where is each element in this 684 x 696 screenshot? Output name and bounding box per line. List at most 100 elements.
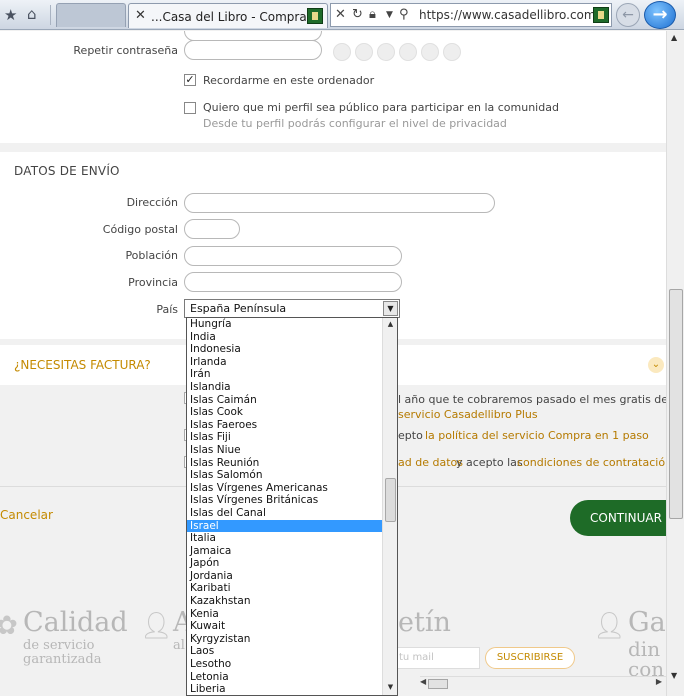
plus-terms-text: l año que te cobraremos pasado el mes gr…	[398, 393, 666, 406]
address-label: Dirección	[126, 196, 178, 209]
country-option[interactable]: Kyrgyzistan	[187, 633, 397, 646]
country-option[interactable]: Letonia	[187, 671, 397, 684]
newsletter-email-input[interactable]: tu mail	[390, 647, 480, 669]
country-option[interactable]: Karibati	[187, 582, 397, 595]
country-option[interactable]: Israel	[187, 519, 397, 533]
country-option[interactable]: Italia	[187, 532, 397, 545]
password-strength-dot	[377, 43, 395, 61]
country-option[interactable]: Laos	[187, 645, 397, 658]
dropdown-scroll-thumb[interactable]	[385, 478, 396, 522]
country-option[interactable]: Islandia	[187, 381, 397, 394]
inactive-tab[interactable]	[56, 3, 126, 27]
page-scroll-thumb[interactable]	[669, 289, 683, 519]
scroll-up-icon[interactable]: ▲	[671, 33, 677, 42]
postal-code-field[interactable]	[184, 219, 240, 239]
url-text[interactable]: https://www.casadellibro.com/	[419, 8, 600, 22]
remember-label: Recordarme en este ordenador	[203, 74, 375, 87]
cancel-link[interactable]: Cancelar	[0, 508, 53, 522]
invoice-toggle-title[interactable]: ¿NECESITAS FACTURA?	[14, 358, 151, 372]
country-option[interactable]: Irán	[187, 368, 397, 381]
password-strength-dot	[443, 43, 461, 61]
fourth-benefit-title: Ga	[628, 607, 666, 638]
country-option[interactable]: Islas del Canal	[187, 507, 397, 520]
arrow-right-icon: →	[652, 4, 668, 25]
scroll-left-icon[interactable]: ◀	[420, 677, 426, 686]
newsletter-title: etín	[398, 607, 451, 638]
country-select[interactable]: España Península ▼	[184, 299, 400, 318]
country-option[interactable]: Islas Vírgenes Americanas	[187, 482, 397, 495]
quality-badge-icon: ✿	[0, 611, 18, 641]
refresh-icon[interactable]: ↻	[352, 7, 363, 22]
scroll-right-icon[interactable]: ▶	[656, 677, 662, 686]
lock-icon: 🔒︎	[369, 7, 376, 22]
quality-subtitle-1: de servicio	[23, 638, 95, 653]
province-field[interactable]	[184, 272, 402, 292]
country-option[interactable]: Islas Niue	[187, 444, 397, 457]
dropdown-icon[interactable]: ▼	[386, 10, 393, 20]
address-bar[interactable]: ✕ ↻ 🔒︎ ▼ ⚲ https://www.casadellibro.com/	[330, 3, 612, 27]
repeat-password-label: Repetir contraseña	[73, 44, 178, 57]
country-option[interactable]: Liberia	[187, 683, 397, 695]
country-option[interactable]: Kenia	[187, 608, 397, 621]
select-arrow-icon[interactable]: ▼	[383, 301, 398, 316]
horizontal-scroll-thumb[interactable]	[428, 679, 448, 689]
country-option[interactable]: Indonesia	[187, 343, 397, 356]
country-option[interactable]: Irlanda	[187, 356, 397, 369]
province-label: Provincia	[128, 276, 178, 289]
country-option[interactable]: Islas Reunión	[187, 457, 397, 470]
close-tab-icon[interactable]: ✕	[135, 8, 146, 23]
continue-button[interactable]: CONTINUAR	[570, 500, 666, 536]
page-horizontal-scrollbar[interactable]: ◀ ▶	[420, 676, 666, 690]
chevron-down-icon[interactable]: ⌄	[648, 357, 664, 373]
plus-service-link[interactable]: servicio Casadellibro Plus	[398, 408, 538, 421]
page-viewport: Repetir contraseña ✓ Recordarme en este …	[0, 31, 666, 696]
second-benefit-subtitle: al	[173, 638, 185, 653]
country-option[interactable]: Islas Vírgenes Británicas	[187, 494, 397, 507]
country-option[interactable]: Hungría	[187, 318, 397, 331]
public-profile-label: Quiero que mi perfil sea público para pa…	[203, 101, 559, 114]
favorites-star-icon[interactable]: ★	[4, 6, 17, 24]
scroll-down-icon[interactable]: ▼	[385, 683, 396, 693]
address-field[interactable]	[184, 193, 495, 213]
page-vertical-scrollbar[interactable]: ▲ ▼	[666, 31, 684, 696]
country-option[interactable]: Islas Fiji	[187, 431, 397, 444]
password-strength-dot	[421, 43, 439, 61]
country-option[interactable]: Lesotho	[187, 658, 397, 671]
forward-button[interactable]: →	[644, 1, 676, 29]
home-icon[interactable]: ⌂	[27, 5, 37, 23]
account-panel: Repetir contraseña ✓ Recordarme en este …	[0, 31, 666, 143]
country-option[interactable]: Kazakhstan	[187, 595, 397, 608]
dropdown-scrollbar[interactable]: ▲ ▼	[382, 318, 397, 695]
back-button[interactable]: ←	[616, 3, 640, 27]
one-click-text: epto	[398, 429, 423, 442]
country-option[interactable]: Japón	[187, 557, 397, 570]
country-option[interactable]: India	[187, 331, 397, 344]
country-option[interactable]: Jamaica	[187, 545, 397, 558]
subscribe-button[interactable]: SUSCRIBIRSE	[485, 647, 575, 669]
privacy-link[interactable]: ad de datos	[398, 456, 463, 469]
country-option[interactable]: Jordania	[187, 570, 397, 583]
city-field[interactable]	[184, 246, 402, 266]
remember-checkbox[interactable]: ✓	[184, 74, 196, 86]
repeat-password-field[interactable]	[184, 40, 322, 60]
one-click-policy-link[interactable]: la política del servicio Compra en 1 pas…	[425, 429, 649, 442]
country-options-list: Hungría India Indonesia Irlanda Irán Islandia…	[187, 318, 397, 695]
toolbar-divider	[50, 5, 51, 25]
country-option[interactable]: Kuwait	[187, 620, 397, 633]
country-option[interactable]: Islas Caimán	[187, 394, 397, 407]
quality-subtitle-2: garantizada	[23, 652, 102, 667]
scroll-up-icon[interactable]: ▲	[385, 320, 396, 330]
search-icon[interactable]: ⚲	[399, 7, 409, 22]
city-label: Población	[125, 249, 178, 262]
public-profile-checkbox[interactable]	[184, 102, 196, 114]
scroll-down-icon[interactable]: ▼	[671, 671, 677, 680]
country-dropdown[interactable]: Hungría India Indonesia Irlanda Irán Islandia…	[186, 317, 398, 696]
country-option[interactable]: Islas Salomón	[187, 469, 397, 482]
country-option[interactable]: Islas Cook	[187, 406, 397, 419]
public-profile-hint: Desde tu perfil podrás configurar el niv…	[203, 117, 507, 130]
conditions-link[interactable]: condiciones de contratación	[517, 456, 666, 469]
close-icon[interactable]: ✕	[335, 7, 346, 22]
browser-tab[interactable]: ✕ ...Casa del Libro - Comprar li	[128, 3, 328, 28]
country-option[interactable]: Islas Faeroes	[187, 419, 397, 432]
site-favicon-icon	[307, 8, 323, 24]
